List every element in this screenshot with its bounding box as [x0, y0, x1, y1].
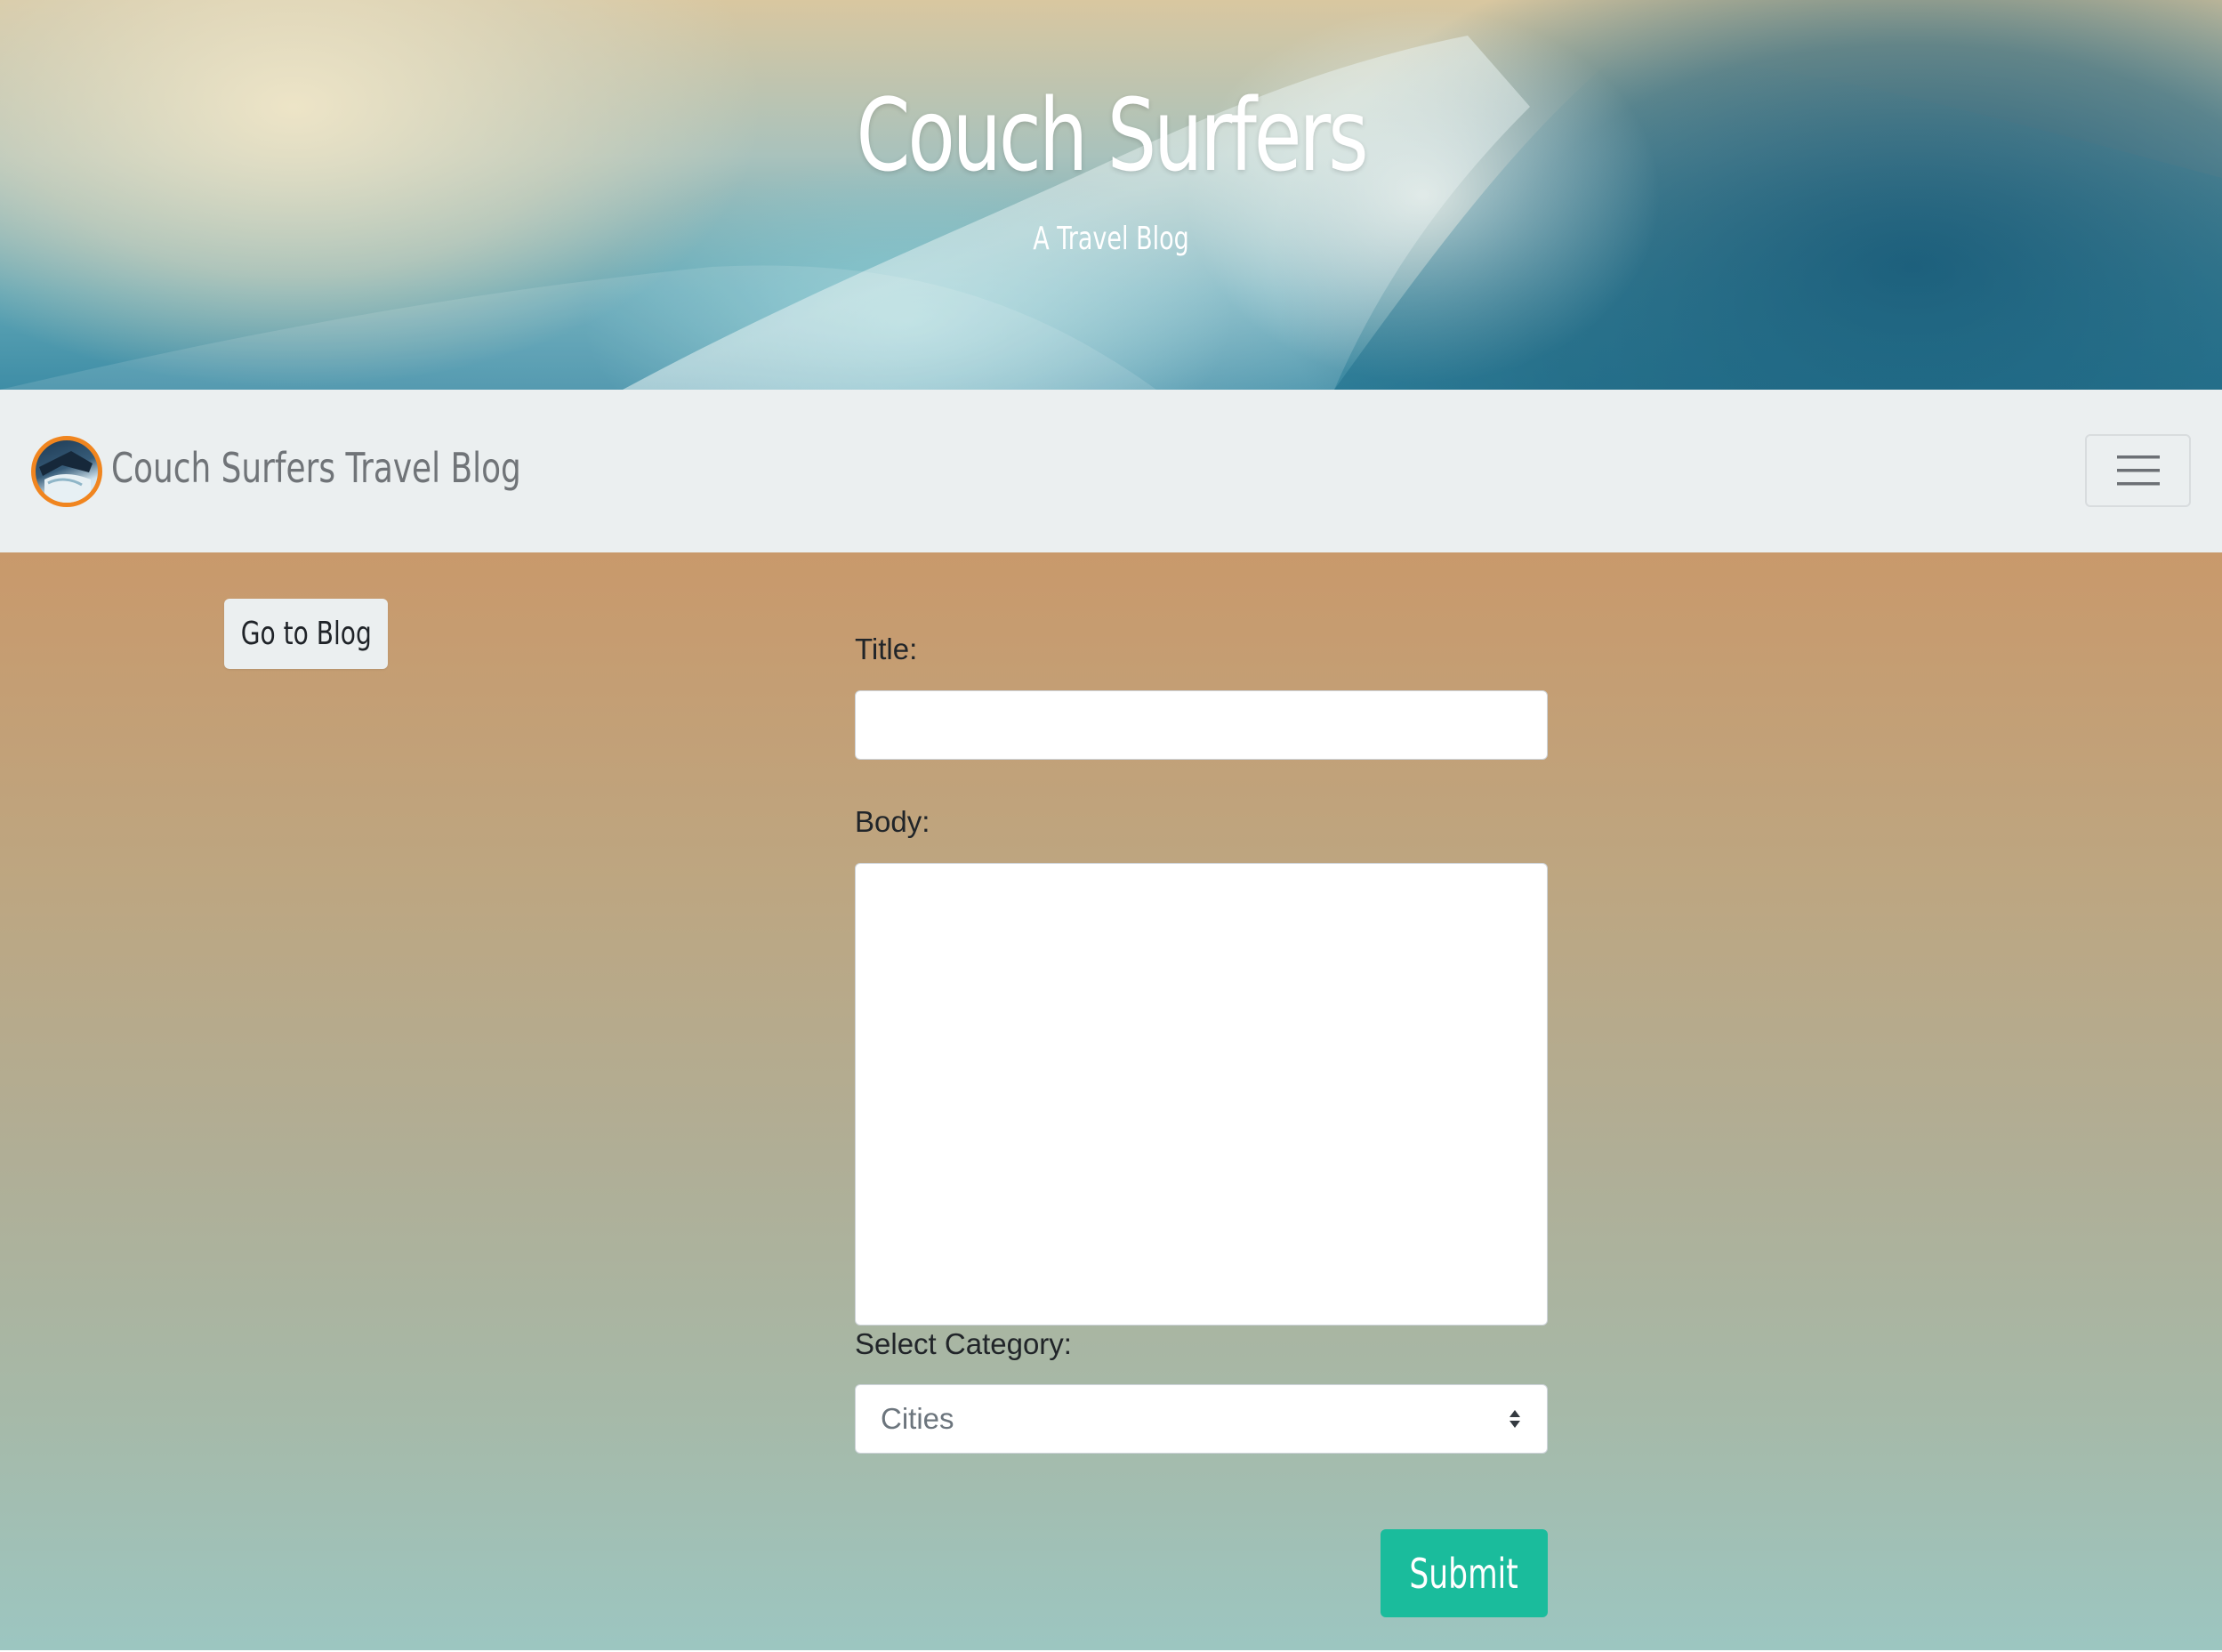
hero-banner: Couch Surfers A Travel Blog [0, 0, 2222, 390]
submit-label: Submit [1409, 1549, 1519, 1598]
category-selected-value: Cities [881, 1402, 954, 1435]
hamburger-menu-icon [2116, 455, 2160, 486]
category-select[interactable]: Cities [855, 1384, 1548, 1454]
site-subtitle: A Travel Blog [1033, 221, 1189, 257]
brand-logo-icon [31, 436, 102, 507]
navbar: Couch Surfers Travel Blog [0, 390, 2222, 552]
brand-text: Couch Surfers Travel Blog [111, 444, 521, 492]
title-input[interactable] [855, 690, 1548, 760]
navbar-brand[interactable]: Couch Surfers Travel Blog [31, 436, 637, 507]
category-label: Select Category: [855, 1327, 1072, 1360]
select-arrows-icon [1510, 1410, 1520, 1428]
navbar-toggler-button[interactable] [2085, 434, 2191, 507]
go-to-blog-button[interactable]: Go to Blog [224, 599, 388, 669]
site-title: Couch Surfers [856, 78, 1368, 194]
wave-background-image [0, 36, 2222, 390]
title-label: Title: [855, 633, 918, 665]
main-content: Go to Blog Title: Body: Select Category:… [0, 552, 2222, 1652]
go-to-blog-label: Go to Blog [240, 616, 372, 652]
submit-button[interactable]: Submit [1381, 1529, 1548, 1617]
body-label: Body: [855, 805, 930, 838]
body-textarea[interactable] [855, 863, 1548, 1326]
